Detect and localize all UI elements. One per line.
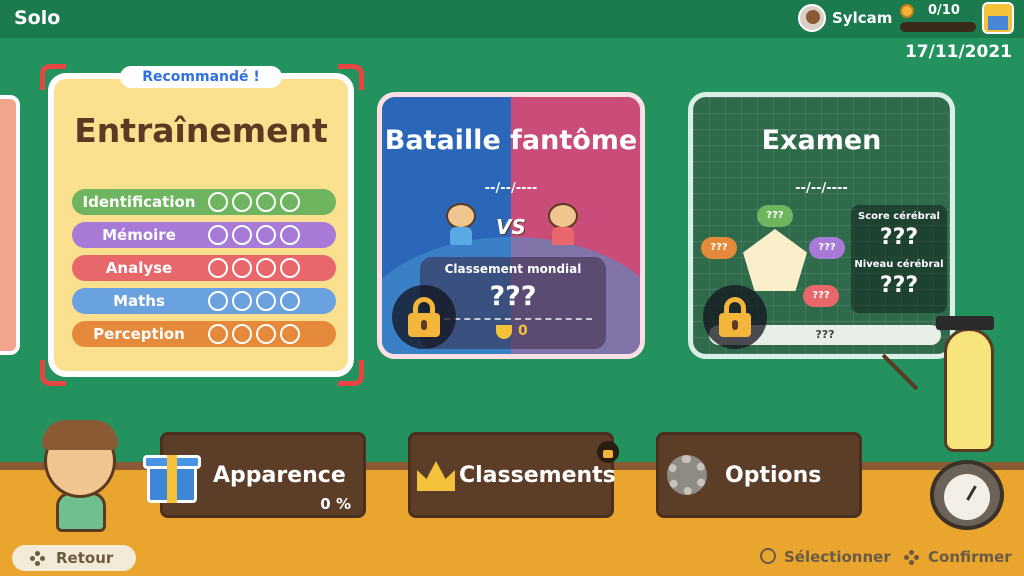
progress-dot bbox=[280, 225, 300, 245]
skill-memoire: Mémoire bbox=[72, 222, 336, 248]
progress-dot bbox=[232, 258, 252, 278]
appearance-progress: 0 % bbox=[320, 495, 351, 513]
lock-icon bbox=[597, 441, 619, 463]
avatar bbox=[798, 4, 826, 32]
gift-icon[interactable] bbox=[982, 2, 1014, 34]
crown-icon bbox=[417, 461, 455, 491]
ghost-battle-title: Bataille fantôme bbox=[384, 125, 638, 156]
skill-cloud: ??? bbox=[803, 285, 839, 307]
level-label: Niveau cérébral bbox=[854, 259, 944, 270]
ghost-battle-date: --/--/---- bbox=[484, 181, 538, 196]
back-button[interactable]: Retour bbox=[12, 545, 136, 571]
skill-label: Perception bbox=[93, 325, 185, 343]
skill-cloud: ??? bbox=[701, 237, 737, 259]
selection-corner bbox=[40, 360, 66, 386]
skill-cloud: ??? bbox=[809, 237, 845, 259]
skill-analyse: Analyse bbox=[72, 255, 336, 281]
score-label: Score cérébral bbox=[858, 211, 940, 222]
skill-cloud: ??? bbox=[757, 205, 793, 227]
ghost-character bbox=[548, 203, 578, 229]
progress-dot bbox=[232, 225, 252, 245]
trophy-count: 0 bbox=[518, 323, 528, 339]
select-hint: Sélectionner bbox=[784, 548, 891, 566]
progress-dot bbox=[256, 324, 276, 344]
coin-progress-bar bbox=[900, 22, 976, 32]
player-avatar-body bbox=[56, 492, 106, 532]
confirm-hint: Confirmer bbox=[928, 548, 1012, 566]
top-bar: Solo Sylcam 0/10 bbox=[0, 0, 1024, 38]
user-profile: Sylcam bbox=[798, 4, 892, 32]
username: Sylcam bbox=[832, 9, 893, 27]
current-date: 17/11/2021 bbox=[904, 42, 1012, 62]
exam-title: Examen bbox=[761, 125, 882, 156]
brain-chart-pentagon bbox=[743, 229, 807, 291]
options-button[interactable]: Options bbox=[656, 432, 862, 518]
teacher-character bbox=[944, 328, 994, 452]
progress-dot bbox=[280, 291, 300, 311]
controller-buttons-icon bbox=[904, 550, 919, 565]
skill-label: Mémoire bbox=[102, 226, 176, 244]
skill-label: Maths bbox=[113, 292, 165, 310]
coin-icon bbox=[900, 4, 914, 18]
progress-dot bbox=[208, 225, 228, 245]
graduation-hat bbox=[936, 316, 994, 330]
progress-dot bbox=[232, 324, 252, 344]
coin-count: 0/10 bbox=[928, 3, 960, 18]
ghost-battle-card[interactable]: Bataille fantôme --/--/---- VS Classemen… bbox=[377, 92, 645, 359]
exam-card[interactable]: Examen --/--/---- ??? ??? ??? ??? Score … bbox=[688, 92, 955, 359]
appearance-button[interactable]: Apparence 0 % bbox=[143, 432, 366, 518]
progress-dot bbox=[256, 192, 276, 212]
appearance-label: Apparence bbox=[213, 463, 346, 488]
selection-corner bbox=[338, 360, 364, 386]
brain-score-panel: Score cérébral ??? Niveau cérébral ??? bbox=[851, 205, 947, 313]
progress-dot bbox=[232, 291, 252, 311]
rankings-label: Classements bbox=[459, 463, 616, 488]
lock-icon bbox=[392, 285, 456, 349]
gear-icon bbox=[667, 455, 707, 495]
previous-card-edge[interactable] bbox=[0, 95, 20, 355]
select-stick-icon bbox=[760, 548, 776, 564]
vs-label: VS bbox=[496, 215, 526, 239]
progress-dot bbox=[208, 291, 228, 311]
progress-dot bbox=[256, 258, 276, 278]
selection-corner bbox=[338, 64, 364, 90]
progress-dot bbox=[280, 192, 300, 212]
ranking-label: Classement mondial bbox=[444, 262, 582, 276]
exam-date: --/--/---- bbox=[795, 181, 848, 196]
recommended-badge: Recommandé ! bbox=[120, 66, 282, 88]
options-label: Options bbox=[725, 463, 822, 488]
level-value: ??? bbox=[879, 273, 919, 298]
progress-dot bbox=[208, 258, 228, 278]
page-title: Solo bbox=[14, 7, 61, 29]
progress-dot bbox=[256, 225, 276, 245]
skill-label: Identification bbox=[82, 193, 196, 211]
score-value: ??? bbox=[879, 225, 919, 250]
training-card[interactable]: Entraînement Identification Mémoire Anal… bbox=[48, 73, 354, 377]
controller-buttons-icon bbox=[30, 551, 45, 566]
skill-perception: Perception bbox=[72, 321, 336, 347]
back-label: Retour bbox=[56, 549, 114, 567]
rankings-button[interactable]: Classements bbox=[408, 432, 619, 518]
progress-dot bbox=[208, 324, 228, 344]
selection-corner bbox=[40, 64, 66, 90]
lock-icon bbox=[703, 285, 767, 349]
player-character bbox=[446, 203, 476, 229]
trophy-icon bbox=[496, 325, 512, 339]
progress-dot bbox=[280, 324, 300, 344]
player-avatar-hair bbox=[42, 420, 118, 450]
skill-maths: Maths bbox=[72, 288, 336, 314]
coin-counter: 0/10 bbox=[898, 2, 978, 34]
progress-dot bbox=[208, 192, 228, 212]
progress-dot bbox=[256, 291, 276, 311]
skill-identification: Identification bbox=[72, 189, 336, 215]
stopwatch-icon bbox=[930, 460, 1004, 530]
progress-dot bbox=[232, 192, 252, 212]
gift-icon bbox=[143, 447, 201, 505]
progress-dot bbox=[280, 258, 300, 278]
skill-label: Analyse bbox=[105, 259, 173, 277]
training-title: Entraînement bbox=[74, 111, 328, 150]
